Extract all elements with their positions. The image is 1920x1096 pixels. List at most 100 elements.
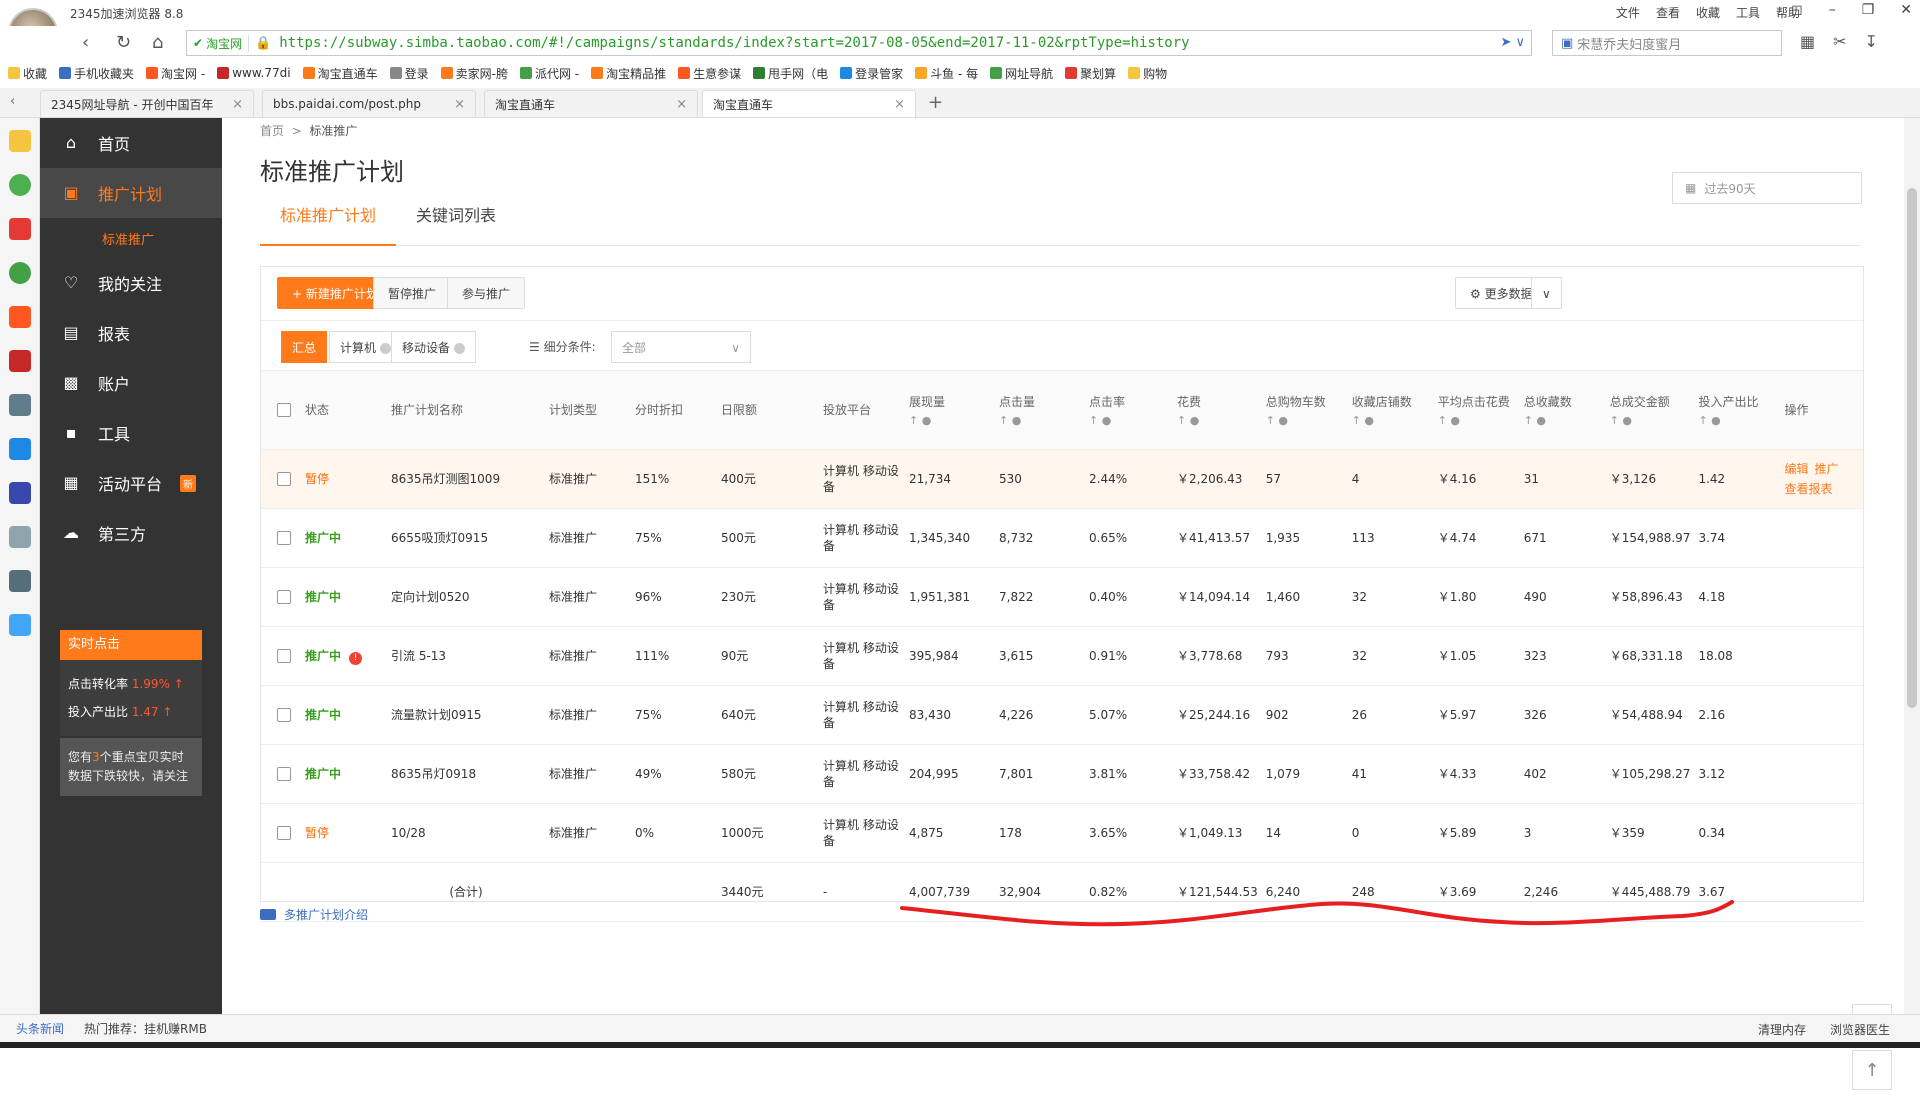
sort-icon[interactable]: ↑ ● bbox=[1266, 414, 1344, 427]
status-badge[interactable]: 推广中 bbox=[305, 590, 341, 604]
notebook-icon[interactable] bbox=[8, 570, 31, 592]
status-badge[interactable]: 暂停 bbox=[305, 826, 329, 840]
star-icon[interactable] bbox=[8, 130, 31, 152]
hot-recommend[interactable]: 热门推荐：挂机赚RMB bbox=[84, 1020, 207, 1037]
cell-platform[interactable]: 计算机 移动设备 bbox=[819, 685, 905, 745]
cell-limit[interactable]: 640元 bbox=[717, 685, 819, 745]
col-clicks[interactable]: 点击量 ↑ ● bbox=[995, 371, 1085, 450]
double11-icon[interactable] bbox=[8, 350, 31, 372]
rocket-icon[interactable]: ➤ ∨ bbox=[1500, 35, 1525, 50]
op-link[interactable]: 编辑 bbox=[1784, 462, 1808, 476]
cell-discount[interactable]: 151% bbox=[631, 449, 717, 509]
sidebar-item-third-party[interactable]: ☁ 第三方 bbox=[40, 508, 222, 558]
col-cart[interactable]: 总购物车数 ↑ ● bbox=[1261, 371, 1348, 450]
cell-name[interactable]: 6655吸顶灯0915 bbox=[387, 508, 545, 568]
scrollbar-thumb[interactable] bbox=[1907, 188, 1917, 708]
col-gmv[interactable]: 总成交金额 ↑ ● bbox=[1605, 371, 1695, 450]
condition-select[interactable]: 全部 ∨ bbox=[611, 331, 751, 363]
bookmark-item[interactable]: 手机收藏夹 bbox=[59, 65, 134, 82]
tab-paidai[interactable]: bbs.paidai.com/post.php × bbox=[262, 90, 476, 117]
op-link[interactable]: 推广 bbox=[1814, 462, 1838, 476]
bookmark-item[interactable]: 购物 bbox=[1128, 65, 1167, 82]
bookmark-item[interactable]: 网址导航 bbox=[990, 65, 1053, 82]
sort-icon[interactable]: ↑ ● bbox=[999, 414, 1081, 427]
home-icon[interactable]: ⌂ bbox=[152, 32, 163, 53]
col-cost[interactable]: 花费 ↑ ● bbox=[1173, 371, 1262, 450]
row-checkbox[interactable] bbox=[277, 766, 291, 781]
calculator-icon[interactable] bbox=[8, 526, 31, 548]
sort-icon[interactable]: ↑ ● bbox=[1698, 414, 1776, 427]
scissors-icon[interactable]: ✂ bbox=[1833, 32, 1846, 51]
status-badge[interactable]: 暂停 bbox=[305, 472, 329, 486]
sort-icon[interactable]: ↑ ● bbox=[1352, 414, 1430, 427]
cell-discount[interactable]: 75% bbox=[631, 508, 717, 568]
cell-platform[interactable]: 计算机 移动设备 bbox=[819, 744, 905, 804]
cell-name[interactable]: 流量款计划0915 bbox=[387, 685, 545, 745]
close-icon[interactable]: × bbox=[676, 97, 687, 112]
cell-limit[interactable]: 1000元 bbox=[717, 803, 819, 863]
tab-2345[interactable]: 2345网址导航 - 开创中国百年 × bbox=[40, 90, 254, 117]
bookmark-item[interactable]: 登录管家 bbox=[840, 65, 903, 82]
status-badge[interactable]: 推广中 bbox=[305, 708, 341, 722]
back-to-top-icon[interactable]: ↑ bbox=[1852, 1050, 1892, 1090]
close-icon[interactable]: × bbox=[232, 97, 243, 112]
cell-limit[interactable]: 90元 bbox=[717, 626, 819, 686]
video-icon[interactable] bbox=[8, 438, 31, 460]
realtime-note[interactable]: 您有3个重点宝贝实时数据下跌较快，请关注 bbox=[60, 738, 202, 796]
sidebar-subitem-standard[interactable]: 标准推广 bbox=[40, 218, 222, 258]
bookmark-item[interactable]: 淘宝直通车 bbox=[302, 65, 378, 82]
sidebar-item-reports[interactable]: ▤ 报表 bbox=[40, 308, 222, 358]
menu-file[interactable]: 文件 bbox=[1616, 4, 1640, 21]
cell-name[interactable]: 10/28 bbox=[387, 803, 545, 863]
cell-platform[interactable]: 计算机 移动设备 bbox=[819, 626, 905, 686]
cell-discount[interactable]: 111% bbox=[631, 626, 717, 686]
cell-platform[interactable]: 计算机 移动设备 bbox=[819, 803, 905, 863]
table-row[interactable]: 推广中 定向计划0520 标准推广 96% 230元 计算机 移动设备 1,951,381 7… bbox=[261, 567, 1863, 627]
col-cpc[interactable]: 平均点击花费 ↑ ● bbox=[1433, 371, 1520, 450]
restore-icon[interactable]: ❐ bbox=[1862, 2, 1875, 18]
cell-discount[interactable]: 0% bbox=[631, 803, 717, 863]
table-row[interactable]: 推广中 6655吸顶灯0915 标准推广 75% 500元 计算机 移动设备 1,345,3… bbox=[261, 508, 1863, 568]
cell-discount[interactable]: 96% bbox=[631, 567, 717, 627]
row-checkbox[interactable] bbox=[277, 648, 291, 663]
bookmark-item[interactable]: 淘宝网 - bbox=[146, 65, 205, 82]
status-badge[interactable]: 推广中 bbox=[305, 531, 341, 545]
bookmark-item[interactable]: 收藏 bbox=[8, 65, 47, 82]
warning-icon[interactable]: ! bbox=[349, 651, 363, 665]
minimize-icon[interactable]: – bbox=[1829, 2, 1836, 18]
cell-discount[interactable]: 49% bbox=[631, 744, 717, 804]
cell-discount[interactable]: 75% bbox=[631, 685, 717, 745]
breadcrumb-home[interactable]: 首页 bbox=[260, 124, 284, 138]
new-tab-icon[interactable]: + bbox=[928, 92, 943, 113]
gamepad-icon[interactable] bbox=[8, 394, 31, 416]
col-roi[interactable]: 投入产出比 ↑ ● bbox=[1694, 371, 1781, 450]
col-ctr[interactable]: 点击率 ↑ ● bbox=[1085, 371, 1173, 450]
desktop-return-icon[interactable] bbox=[8, 614, 31, 636]
cell-platform[interactable]: 计算机 移动设备 bbox=[819, 567, 905, 627]
bookmark-item[interactable]: 登录 bbox=[389, 65, 429, 82]
cell-name[interactable]: 8635吊灯测图1009 bbox=[387, 449, 545, 509]
table-row[interactable]: 暂停 10/28 标准推广 0% 1000元 计算机 移动设备 4,875 178 3.65% ￥… bbox=[261, 803, 1863, 863]
select-all-checkbox[interactable] bbox=[277, 403, 291, 417]
menu-tools[interactable]: 工具 bbox=[1736, 4, 1760, 21]
table-row[interactable]: 推广中 流量款计划0915 标准推广 75% 640元 计算机 移动设备 83,430 4,2… bbox=[261, 685, 1863, 745]
taobao-icon[interactable] bbox=[8, 306, 31, 328]
status-badge[interactable]: 推广中 bbox=[305, 767, 341, 781]
realtime-title[interactable]: 实时点击 bbox=[60, 630, 202, 660]
sidebar-item-activity[interactable]: ▦ 活动平台新 bbox=[40, 458, 222, 508]
clock-icon[interactable] bbox=[8, 174, 31, 196]
row-checkbox[interactable] bbox=[277, 825, 291, 840]
sort-icon[interactable]: ↑ ● bbox=[909, 414, 991, 427]
filter-summary[interactable]: 汇总 bbox=[281, 331, 328, 363]
row-checkbox[interactable] bbox=[277, 530, 291, 545]
sort-icon[interactable]: ↑ ● bbox=[1438, 414, 1516, 427]
clean-memory-button[interactable]: 清理内存 bbox=[1758, 1021, 1806, 1038]
sidebar-item-tools[interactable]: ▪ 工具 bbox=[40, 408, 222, 458]
computer-icon[interactable] bbox=[8, 482, 31, 504]
cell-limit[interactable]: 400元 bbox=[717, 449, 819, 509]
col-fav[interactable]: 总收藏数 ↑ ● bbox=[1519, 371, 1606, 450]
news-icon[interactable] bbox=[8, 218, 31, 240]
cell-platform[interactable]: 计算机 移动设备 bbox=[819, 508, 905, 568]
menu-favorites[interactable]: 收藏 bbox=[1696, 4, 1720, 21]
bookmark-item[interactable]: 甩手网（电 bbox=[753, 65, 828, 82]
